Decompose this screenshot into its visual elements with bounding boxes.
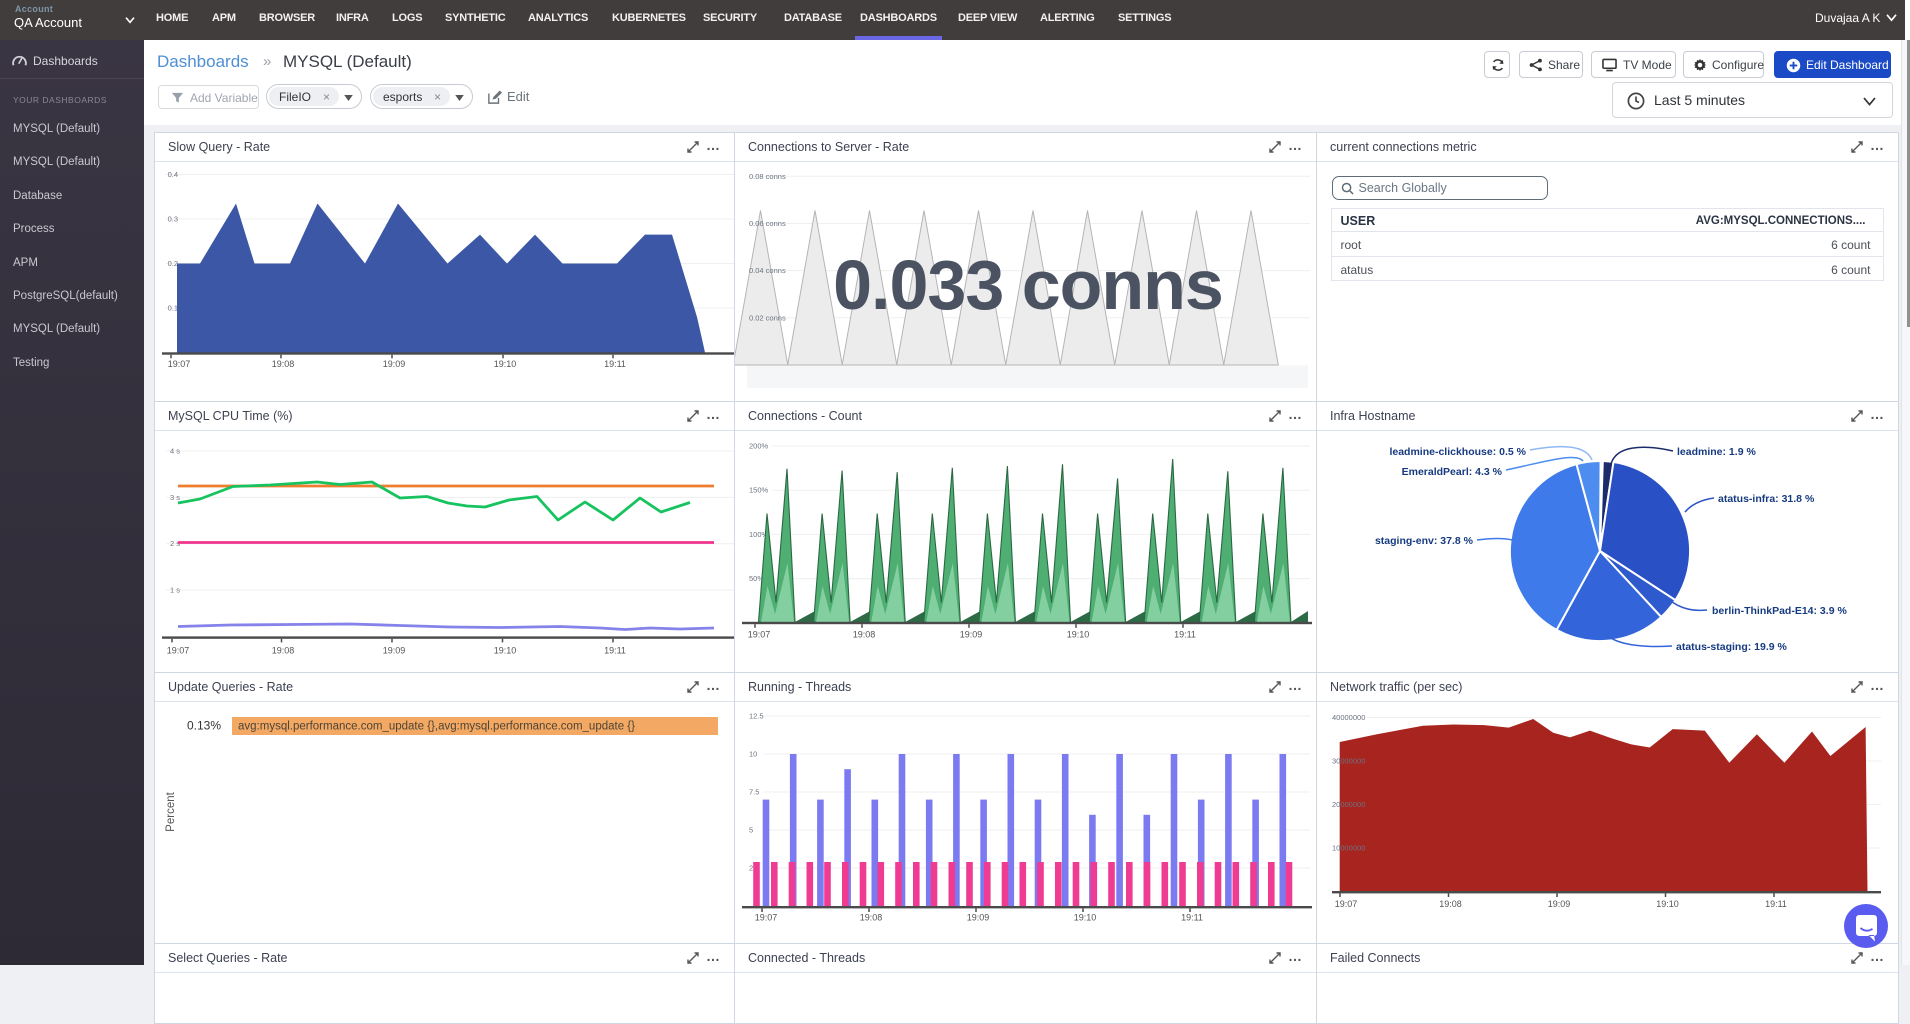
svg-text:19:08: 19:08 xyxy=(860,913,883,923)
svg-text:40000000: 40000000 xyxy=(1332,713,1365,722)
svg-text:1 s: 1 s xyxy=(170,586,180,595)
svg-text:19:08: 19:08 xyxy=(272,359,295,369)
svg-text:19:07: 19:07 xyxy=(1335,899,1358,909)
svg-text:19:07: 19:07 xyxy=(168,359,191,369)
svg-text:5: 5 xyxy=(749,826,753,835)
svg-text:20000000: 20000000 xyxy=(1332,800,1365,809)
svg-text:EmeraldPearl: 4.3 %: EmeraldPearl: 4.3 % xyxy=(1402,466,1503,478)
svg-text:19:10: 19:10 xyxy=(1067,630,1090,640)
svg-text:0.1: 0.1 xyxy=(168,304,178,313)
svg-text:19:11: 19:11 xyxy=(1181,913,1203,923)
svg-text:19:08: 19:08 xyxy=(272,646,295,656)
svg-text:0.02 conns: 0.02 conns xyxy=(749,313,786,322)
svg-text:19:07: 19:07 xyxy=(167,646,190,656)
svg-text:19:10: 19:10 xyxy=(1074,913,1097,923)
svg-text:Percent: Percent xyxy=(165,791,177,831)
svg-text:150%: 150% xyxy=(749,486,769,495)
svg-text:19:09: 19:09 xyxy=(1548,899,1571,909)
svg-text:19:07: 19:07 xyxy=(755,913,778,923)
svg-text:4 s: 4 s xyxy=(170,447,180,456)
svg-text:30000000: 30000000 xyxy=(1332,757,1365,766)
svg-text:19:10: 19:10 xyxy=(494,359,517,369)
svg-text:12.5: 12.5 xyxy=(749,712,764,721)
svg-text:200%: 200% xyxy=(749,442,769,451)
svg-text:atatus-staging: 19.9 %: atatus-staging: 19.9 % xyxy=(1676,641,1788,653)
svg-text:0.04 conns: 0.04 conns xyxy=(749,266,786,275)
svg-text:19:08: 19:08 xyxy=(853,630,876,640)
svg-text:0.06 conns: 0.06 conns xyxy=(749,219,786,228)
svg-text:19:09: 19:09 xyxy=(383,646,406,656)
svg-text:19:07: 19:07 xyxy=(748,630,771,640)
svg-text:19:10: 19:10 xyxy=(494,646,517,656)
svg-text:19:11: 19:11 xyxy=(1174,630,1196,640)
svg-text:0.2: 0.2 xyxy=(168,259,178,268)
svg-text:19:09: 19:09 xyxy=(383,359,406,369)
svg-text:atatus-infra: 31.8 %: atatus-infra: 31.8 % xyxy=(1718,493,1815,505)
svg-text:3 s: 3 s xyxy=(170,493,180,502)
svg-text:19:08: 19:08 xyxy=(1439,899,1462,909)
svg-text:19:09: 19:09 xyxy=(967,913,990,923)
svg-text:0.13%: 0.13% xyxy=(187,719,221,733)
svg-text:staging-env: 37.8 %: staging-env: 37.8 % xyxy=(1375,535,1474,547)
svg-text:19:11: 19:11 xyxy=(604,646,626,656)
svg-text:leadmine-clickhouse: 0.5 %: leadmine-clickhouse: 0.5 % xyxy=(1389,446,1526,458)
svg-text:0.4: 0.4 xyxy=(168,170,178,179)
svg-text:0.08 conns: 0.08 conns xyxy=(749,172,786,181)
svg-text:0.033 conns: 0.033 conns xyxy=(833,246,1223,324)
svg-text:19:09: 19:09 xyxy=(960,630,983,640)
svg-text:10: 10 xyxy=(749,750,757,759)
svg-text:19:11: 19:11 xyxy=(604,359,626,369)
svg-text:avg:mysql.performance.com_upda: avg:mysql.performance.com_update {},avg:… xyxy=(238,721,635,733)
svg-text:leadmine: 1.9 %: leadmine: 1.9 % xyxy=(1677,446,1756,458)
svg-text:7.5: 7.5 xyxy=(749,788,759,797)
svg-text:berlin-ThinkPad-E14: 3.9 %: berlin-ThinkPad-E14: 3.9 % xyxy=(1712,605,1847,617)
svg-text:0.3: 0.3 xyxy=(168,215,178,224)
svg-text:19:10: 19:10 xyxy=(1656,899,1679,909)
svg-text:10000000: 10000000 xyxy=(1332,844,1365,853)
svg-text:19:11: 19:11 xyxy=(1765,899,1787,909)
